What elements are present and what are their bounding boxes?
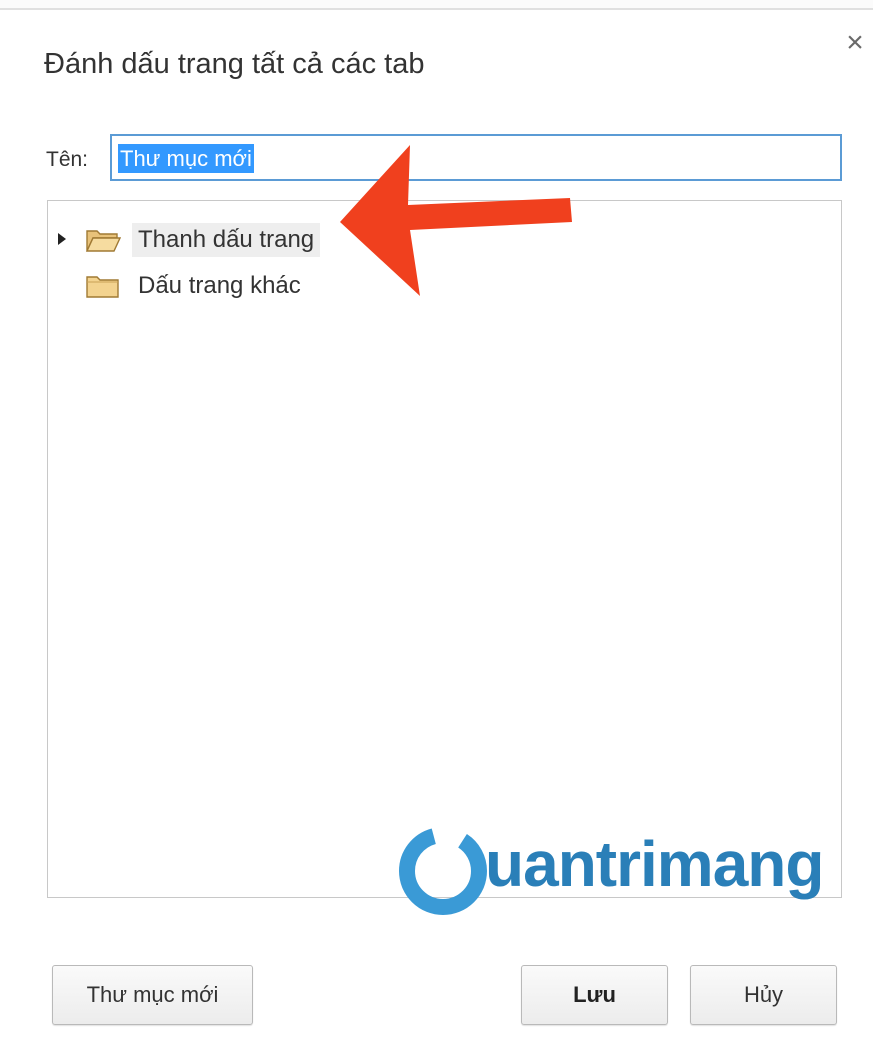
cancel-button[interactable]: Hủy bbox=[690, 965, 837, 1025]
tree-item-bookmarks-bar[interactable]: Thanh dấu trang bbox=[48, 221, 368, 259]
save-button[interactable]: Lưu bbox=[521, 965, 668, 1025]
dialog-title: Đánh dấu trang tất cả các tab bbox=[44, 48, 425, 80]
folder-open-icon bbox=[85, 230, 121, 252]
tree-item-other-bookmarks[interactable]: Dấu trang khác bbox=[48, 267, 368, 305]
name-input[interactable] bbox=[110, 134, 842, 181]
window-top-border bbox=[0, 0, 873, 10]
watermark-text: uantrimang bbox=[485, 828, 824, 900]
folder-tree[interactable]: Thanh dấu trang Dấu trang khác bbox=[47, 200, 842, 898]
watermark-q-icon bbox=[399, 827, 487, 915]
bookmark-all-tabs-dialog: Đánh dấu trang tất cả các tab × Tên: Thư… bbox=[0, 10, 873, 1064]
tree-item-label: Thanh dấu trang bbox=[132, 223, 321, 257]
close-icon[interactable]: × bbox=[842, 28, 868, 58]
folder-icon bbox=[86, 276, 119, 298]
expand-arrow-icon[interactable] bbox=[58, 233, 66, 245]
name-label: Tên: bbox=[46, 148, 89, 171]
tree-item-label: Dấu trang khác bbox=[138, 272, 301, 299]
new-folder-button[interactable]: Thư mục mới bbox=[52, 965, 253, 1025]
